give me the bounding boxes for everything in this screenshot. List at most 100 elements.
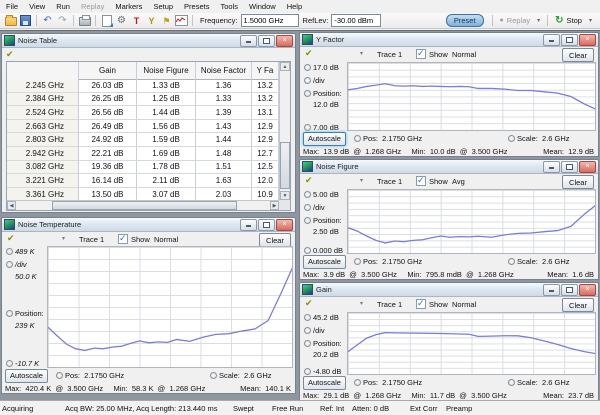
adjust-knob-icon[interactable] [6,310,13,317]
noise-figure-titlebar[interactable]: Noise Figure × [300,160,598,174]
restore-button[interactable] [258,35,275,47]
adjust-knob-icon[interactable] [304,124,311,131]
column-header[interactable]: Gain [79,62,137,79]
menu-view[interactable]: View [29,2,45,11]
chevron-down-icon[interactable]: ▾ [62,235,65,242]
close-button[interactable]: × [579,34,596,46]
table-row[interactable]: 2.942 GHz22.21 dB1.69 dB1.4812.7 [7,147,279,161]
adjust-knob-icon[interactable] [508,135,515,142]
horizontal-scroll-thumb[interactable] [52,201,237,210]
detector-label[interactable]: Normal [452,300,476,309]
undo-icon[interactable]: ↶ [41,14,54,27]
table-row[interactable]: 3.082 GHz19.36 dB1.78 dB1.5112.5 [7,161,279,175]
adjust-knob-icon[interactable] [354,379,361,386]
menu-tools[interactable]: Tools [220,2,238,11]
marker-text-icon[interactable]: T [130,14,143,27]
trace-selector[interactable]: Trace 1 [377,300,402,309]
vertical-scrollbar[interactable]: ▲ ▼ [279,62,290,200]
table-row[interactable]: 2.524 GHz26.56 dB1.44 dB1.3913.1 [7,106,279,120]
noise-figure-plot[interactable] [347,189,596,254]
restore-button[interactable] [561,161,578,173]
column-header[interactable]: Noise Figure [137,62,196,79]
gain-titlebar[interactable]: Gain × [300,283,598,297]
enabled-check-icon[interactable]: ✔ [305,175,313,186]
table-row[interactable]: 2.803 GHz24.92 dB1.59 dB1.4412.9 [7,133,279,147]
gain-plot[interactable] [347,312,596,375]
autoscale-button[interactable]: Autoscale [303,376,346,390]
adjust-knob-icon[interactable] [304,314,311,321]
detector-label[interactable]: Avg [452,177,465,186]
menu-presets[interactable]: Presets [184,2,209,11]
table-row[interactable]: 2.245 GHz26.03 dB1.33 dB1.3613.2 [7,79,279,93]
clear-button[interactable]: Clear [562,298,594,312]
table-row[interactable]: 2.384 GHz26.25 dB1.25 dB1.3313.2 [7,93,279,107]
adjust-knob-icon[interactable] [354,258,361,265]
adjust-knob-icon[interactable] [6,360,13,367]
adjust-knob-icon[interactable] [304,191,311,198]
minimize-button[interactable] [240,219,257,231]
y-factor-titlebar[interactable]: Y Factor × [300,33,598,47]
adjust-knob-icon[interactable] [304,247,311,254]
autoscale-button[interactable]: Autoscale [303,132,346,146]
table-row[interactable]: 3.221 GHz16.14 dB2.11 dB1.6312.0 [7,174,279,188]
detector-label[interactable]: Normal [154,235,178,244]
adjust-knob-icon[interactable] [304,64,311,71]
adjust-knob-icon[interactable] [210,372,217,379]
enabled-check-icon[interactable]: ✔ [305,48,313,59]
menu-setup[interactable]: Setup [153,2,173,11]
menu-run[interactable]: Run [56,2,70,11]
trace-chart-icon[interactable] [175,14,188,27]
column-header[interactable] [7,62,79,79]
horizontal-scrollbar[interactable]: ◀ ▶ [7,200,279,210]
preset-button[interactable]: Preset [446,14,484,27]
noise-temperature-plot[interactable] [47,246,293,368]
menu-help[interactable]: Help [287,2,302,11]
enabled-check-icon[interactable]: ✔ [305,298,313,309]
trace-selector[interactable]: Trace 1 [377,177,402,186]
menu-file[interactable]: File [6,2,18,11]
scroll-right-icon[interactable]: ▶ [270,201,279,210]
show-checkbox[interactable]: ✓ [118,234,128,244]
restore-button[interactable] [258,219,275,231]
table-row[interactable]: 2.663 GHz26.49 dB1.56 dB1.4312.9 [7,120,279,134]
adjust-knob-icon[interactable] [354,135,361,142]
restore-button[interactable] [561,284,578,296]
adjust-knob-icon[interactable] [304,90,311,97]
stop-button[interactable]: ↻ Stop ▾ [555,15,592,26]
close-button[interactable]: × [276,35,293,47]
clear-button[interactable]: Clear [259,233,291,247]
menu-markers[interactable]: Markers [115,2,142,11]
y-factor-plot[interactable] [347,62,596,131]
noise-temperature-titlebar[interactable]: Noise Temperature × [2,218,295,232]
chevron-down-icon[interactable]: ▾ [360,50,363,57]
column-header[interactable]: Y Fa [252,62,279,79]
menu-window[interactable]: Window [249,2,276,11]
settings-gear-icon[interactable]: ⚙ [115,14,128,27]
adjust-knob-icon[interactable] [56,372,63,379]
close-button[interactable]: × [579,284,596,296]
chevron-down-icon[interactable]: ▾ [360,300,363,307]
autoscale-button[interactable]: Autoscale [5,369,48,383]
export-icon[interactable] [100,14,113,27]
column-header[interactable]: Noise Factor [196,62,252,79]
minimize-button[interactable] [543,284,560,296]
clear-button[interactable]: Clear [562,48,594,62]
adjust-knob-icon[interactable] [508,258,515,265]
close-button[interactable]: × [276,219,293,231]
adjust-knob-icon[interactable] [304,327,311,334]
minimize-button[interactable] [543,161,560,173]
enabled-check-icon[interactable]: ✔ [7,233,15,244]
trace-selector[interactable]: Trace 1 [377,50,402,59]
scroll-up-icon[interactable]: ▲ [280,62,290,71]
show-checkbox[interactable]: ✓ [416,49,426,59]
adjust-knob-icon[interactable] [304,77,311,84]
trace-selector[interactable]: Trace 1 [79,235,104,244]
adjust-knob-icon[interactable] [6,248,13,255]
table-row[interactable]: 3.361 GHz13.50 dB3.07 dB2.0310.9 [7,188,279,200]
reflev-input[interactable] [331,14,381,27]
adjust-knob-icon[interactable] [304,217,311,224]
close-button[interactable]: × [579,161,596,173]
detector-label[interactable]: Normal [452,50,476,59]
chevron-down-icon[interactable]: ▾ [360,177,363,184]
open-icon[interactable] [4,14,17,27]
